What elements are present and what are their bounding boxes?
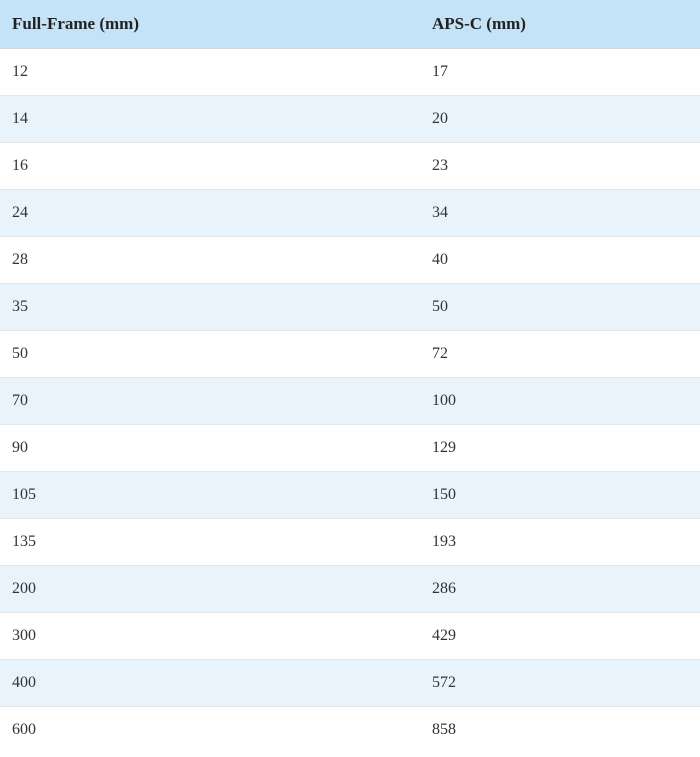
table-row: 35 50 [0,284,700,331]
cell-aps-c: 17 [420,49,700,96]
table-row: 12 17 [0,49,700,96]
table-row: 90 129 [0,425,700,472]
cell-aps-c: 572 [420,660,700,707]
cell-full-frame: 105 [0,472,420,519]
cell-full-frame: 16 [0,143,420,190]
table-header-row: Full-Frame (mm) APS-C (mm) [0,0,700,49]
cell-aps-c: 858 [420,707,700,754]
cell-aps-c: 286 [420,566,700,613]
cell-full-frame: 90 [0,425,420,472]
focal-length-table: Full-Frame (mm) APS-C (mm) 12 17 14 20 1… [0,0,700,753]
table-row: 14 20 [0,96,700,143]
cell-aps-c: 429 [420,613,700,660]
cell-full-frame: 50 [0,331,420,378]
table-row: 300 429 [0,613,700,660]
cell-aps-c: 50 [420,284,700,331]
cell-full-frame: 300 [0,613,420,660]
table-row: 135 193 [0,519,700,566]
cell-full-frame: 135 [0,519,420,566]
cell-aps-c: 129 [420,425,700,472]
cell-full-frame: 70 [0,378,420,425]
cell-full-frame: 600 [0,707,420,754]
table-row: 600 858 [0,707,700,754]
table-row: 200 286 [0,566,700,613]
col-header-aps-c: APS-C (mm) [420,0,700,49]
cell-aps-c: 40 [420,237,700,284]
cell-full-frame: 12 [0,49,420,96]
cell-aps-c: 20 [420,96,700,143]
cell-aps-c: 34 [420,190,700,237]
table-row: 16 23 [0,143,700,190]
cell-aps-c: 23 [420,143,700,190]
cell-aps-c: 150 [420,472,700,519]
col-header-full-frame: Full-Frame (mm) [0,0,420,49]
cell-full-frame: 200 [0,566,420,613]
table-row: 24 34 [0,190,700,237]
cell-aps-c: 100 [420,378,700,425]
cell-full-frame: 24 [0,190,420,237]
cell-aps-c: 72 [420,331,700,378]
table-row: 50 72 [0,331,700,378]
table-row: 28 40 [0,237,700,284]
table-row: 70 100 [0,378,700,425]
cell-aps-c: 193 [420,519,700,566]
cell-full-frame: 400 [0,660,420,707]
cell-full-frame: 35 [0,284,420,331]
table-row: 400 572 [0,660,700,707]
table-row: 105 150 [0,472,700,519]
cell-full-frame: 28 [0,237,420,284]
cell-full-frame: 14 [0,96,420,143]
